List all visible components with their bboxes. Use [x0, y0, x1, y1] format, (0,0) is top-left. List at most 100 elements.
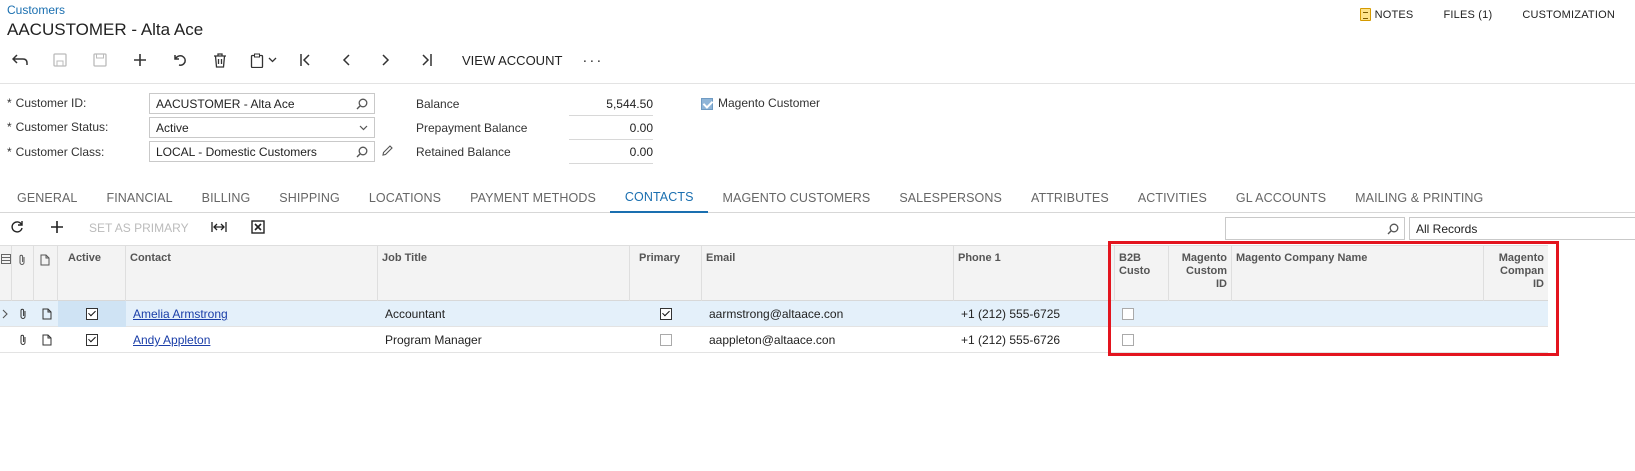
customer-status-value: Active — [156, 120, 189, 135]
prepayment-balance-value: 0.00 — [569, 121, 653, 140]
files-column-header — [12, 246, 34, 301]
tab-general[interactable]: GENERAL — [0, 183, 92, 213]
notes-label: NOTES — [1374, 8, 1414, 21]
phone-cell: +1 (212) 555-6725 — [961, 307, 1061, 321]
paperclip-icon[interactable] — [18, 301, 28, 327]
tab-shipping[interactable]: SHIPPING — [265, 183, 355, 213]
balance-label: Balance — [416, 97, 460, 111]
save-and-close-button[interactable] — [40, 47, 80, 73]
view-account-button[interactable]: VIEW ACCOUNT — [446, 53, 576, 68]
customer-class-field[interactable]: LOCAL - Domestic Customers — [149, 141, 375, 162]
contact-column-header[interactable]: Contact — [126, 246, 378, 301]
phone-cell: +1 (212) 555-6726 — [961, 333, 1061, 347]
first-record-icon — [300, 54, 310, 66]
trash-icon — [214, 52, 226, 68]
chevron-down-icon — [359, 125, 368, 130]
row-settings-column[interactable] — [0, 246, 12, 301]
tab-magento-customers[interactable]: MAGENTO CUSTOMERS — [708, 183, 885, 213]
job-title-cell: Accountant — [385, 307, 446, 321]
fit-columns-button[interactable] — [211, 220, 227, 238]
tab-billing[interactable]: BILLING — [187, 183, 265, 213]
email-cell: aarmstrong@altaace.con — [709, 307, 844, 321]
edit-pencil-icon[interactable] — [381, 144, 394, 157]
note-page-icon — [40, 254, 50, 266]
save-icon — [93, 53, 107, 67]
search-icon[interactable] — [356, 146, 368, 158]
active-checkbox[interactable] — [86, 334, 98, 346]
customer-id-label: * Customer ID: — [7, 96, 87, 110]
job-title-column-header[interactable]: Job Title — [378, 246, 630, 301]
magento-customer-checkbox[interactable] — [701, 98, 713, 110]
paperclip-icon[interactable] — [18, 327, 28, 353]
set-as-primary-button[interactable]: SET AS PRIMARY — [89, 221, 189, 235]
tab-mailing-printing[interactable]: MAILING & PRINTING — [1341, 183, 1498, 213]
phone-column-header[interactable]: Phone 1 — [954, 246, 1115, 301]
tab-financial[interactable]: FINANCIAL — [92, 183, 187, 213]
tab-gl-accounts[interactable]: GL ACCOUNTS — [1221, 183, 1340, 213]
primary-cell[interactable] — [660, 327, 672, 353]
tab-payment-methods[interactable]: PAYMENT METHODS — [456, 183, 611, 213]
row-selector-icon[interactable] — [2, 301, 12, 327]
primary-cell[interactable] — [660, 301, 672, 327]
customization-link[interactable]: CUSTOMIZATION — [1522, 8, 1615, 21]
fit-width-icon — [211, 222, 227, 232]
more-actions-button[interactable]: ··· — [576, 52, 609, 69]
last-record-button[interactable] — [406, 47, 446, 73]
note-page-icon[interactable] — [42, 327, 52, 353]
plus-icon — [51, 221, 63, 233]
active-column-header[interactable]: Active — [58, 246, 126, 301]
active-checkbox[interactable] — [86, 308, 98, 320]
next-record-button[interactable] — [366, 47, 406, 73]
notes-icon — [1359, 8, 1371, 21]
header-divider — [0, 83, 1635, 84]
save-button[interactable] — [80, 47, 120, 73]
active-cell[interactable] — [58, 327, 126, 353]
customer-status-label: * Customer Status: — [7, 120, 109, 134]
chevron-down-icon — [268, 57, 276, 63]
primary-column-header[interactable]: Primary — [630, 246, 702, 301]
contact-cell[interactable]: Andy Appleton — [133, 327, 210, 353]
prepayment-balance-label: Prepayment Balance — [416, 121, 528, 135]
email-column-header[interactable]: Email — [702, 246, 954, 301]
paperclip-icon — [19, 254, 25, 265]
refresh-icon — [11, 221, 23, 233]
active-cell[interactable] — [58, 301, 126, 327]
copy-paste-button[interactable] — [240, 47, 286, 73]
customization-label: CUSTOMIZATION — [1522, 8, 1615, 21]
highlight-box — [1108, 241, 1559, 356]
customer-status-select[interactable]: Active — [149, 117, 375, 138]
tab-salespersons[interactable]: SALESPERSONS — [885, 183, 1017, 213]
tab-activities[interactable]: ACTIVITIES — [1123, 183, 1221, 213]
cancel-button[interactable] — [160, 47, 200, 73]
last-record-icon — [422, 54, 432, 66]
customer-id-field[interactable]: AACUSTOMER - Alta Ace — [149, 93, 375, 114]
contact-link[interactable]: Amelia Armstrong — [133, 307, 228, 321]
main-toolbar: VIEW ACCOUNT ··· — [0, 47, 609, 73]
previous-record-button[interactable] — [326, 47, 366, 73]
grid-search-input[interactable] — [1225, 217, 1405, 240]
back-arrow-icon — [12, 54, 28, 65]
delete-button[interactable] — [200, 47, 240, 73]
contact-cell[interactable]: Amelia Armstrong — [133, 301, 228, 327]
first-record-button[interactable] — [286, 47, 326, 73]
add-row-button[interactable] — [50, 220, 64, 238]
undo-back-button[interactable] — [0, 47, 40, 73]
refresh-button[interactable] — [10, 220, 24, 238]
customer-class-label: * Customer Class: — [7, 145, 105, 159]
customer-class-value: LOCAL - Domestic Customers — [156, 144, 317, 159]
tab-locations[interactable]: LOCATIONS — [354, 183, 455, 213]
records-filter-select[interactable]: All Records — [1409, 217, 1635, 240]
primary-checkbox[interactable] — [660, 334, 672, 346]
files-link[interactable]: FILES (1) — [1443, 8, 1492, 21]
contact-link[interactable]: Andy Appleton — [133, 333, 210, 347]
breadcrumb[interactable]: Customers — [7, 3, 65, 17]
tab-attributes[interactable]: ATTRIBUTES — [1016, 183, 1123, 213]
note-page-icon[interactable] — [42, 301, 52, 327]
tab-contacts[interactable]: CONTACTS — [610, 183, 709, 213]
add-button[interactable] — [120, 47, 160, 73]
records-filter-value: All Records — [1416, 221, 1478, 236]
export-excel-button[interactable] — [251, 220, 265, 238]
primary-checkbox[interactable] — [660, 308, 672, 320]
search-icon[interactable] — [356, 98, 368, 110]
notes-link[interactable]: NOTES — [1359, 8, 1414, 21]
